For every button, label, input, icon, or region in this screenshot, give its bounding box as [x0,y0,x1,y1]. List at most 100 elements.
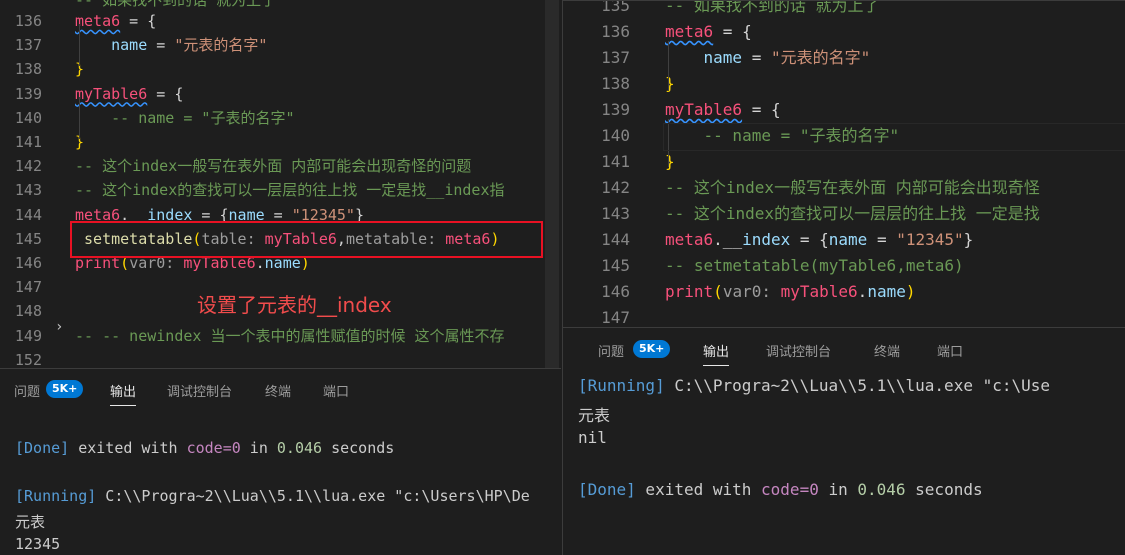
line-number: 136 [14,12,42,30]
line-number: 138 [601,74,630,93]
code-token: = { [713,22,752,41]
code-token: -- 这个index一般写在表外面 内部可能会出现奇怪 [665,178,1040,197]
panel-tab[interactable]: 终端 [874,341,900,360]
line-number: 147 [14,278,42,297]
code-line: } [665,71,675,97]
code-line: meta6 = { [75,9,156,33]
line-number: 139 [601,100,630,119]
line-number: 140 [14,108,42,127]
panel-tab[interactable]: 问题 [598,341,624,360]
code-token: = [147,36,175,55]
code-token: = { [742,100,781,119]
code-token: name [665,48,743,67]
line-number: 136 [601,22,630,41]
code-token: = [867,230,897,249]
code-token: index [742,230,791,249]
output-token: C:\\Progra~2\\Lua\\5.1\\lua.exe "c:\User… [96,487,530,505]
panel-tab[interactable]: 端口 [323,381,349,400]
panel-tab[interactable]: 终端 [265,381,291,400]
output-line: 元表 [15,511,45,532]
code-token: = { [147,84,184,103]
line-number: 148 [14,302,42,321]
output-token: 0.046 [857,480,906,499]
indent-guide [79,97,80,139]
code-token: -- 这个index的查找可以一层层的往上找 一定是找 [665,204,1040,223]
code-token: name [867,282,906,301]
code-token: ( [713,282,723,301]
line-number: 146 [14,254,42,272]
right-code-editor[interactable]: 135 -- 如果找不到的话 就为上了 136 meta6 = {137 name =… [563,1,1125,327]
code-line: name = "元表的名字" [75,33,267,57]
output-line: [Done] exited with code=0 in 0.046 secon… [15,439,394,457]
output-token: [Done] [15,439,70,457]
panel-tab[interactable]: 端口 [937,341,963,360]
fold-chevron-icon[interactable]: › [55,319,75,335]
indent-guide [79,24,80,66]
output-line: 12345 [15,535,60,553]
code-token: myTable6 [665,100,743,119]
line-number: 144 [601,230,630,249]
line-number: 140 [601,126,630,145]
output-token: in [240,439,277,457]
output-line: [Done] exited with code=0 in 0.046 secon… [578,480,983,499]
code-line: myTable6 = { [75,82,183,106]
output-token: seconds [322,439,395,457]
panel-tabs: 问题 输出 调试控制台 终端 端口 5K+ [0,369,561,406]
code-line: name = "元表的名字" [665,45,871,71]
code-line: -- name = "子表的名字" [75,106,294,130]
line-number: 145 [601,256,630,275]
code-token: var0: [722,282,781,301]
annotation-text: 设置了元表的__index [197,293,392,317]
output-token: [Running] [578,376,665,395]
panel-tab[interactable]: 调试控制台 [766,341,831,360]
vertical-scrollbar[interactable] [545,0,559,368]
panel-tab[interactable]: 输出 [110,381,137,406]
code-line: -- setmetatable(myTable6,meta6) [665,253,964,279]
right-editor-pane: 135 -- 如果找不到的话 就为上了 136 meta6 = {137 name =… [562,0,1125,555]
code-token: -- 这个index一般写在表外面 内部可能会出现奇怪的问题 [75,157,472,176]
line-number: 139 [14,84,42,103]
code-token: "12345" [896,230,964,249]
code-token: meta6 [665,22,714,41]
code-line: print(var0: myTable6.name) [665,279,915,305]
problems-count-badge: 5K+ [46,380,84,398]
current-line-highlight [663,123,1125,151]
line-number: 141 [14,133,42,151]
code-token: = { [120,12,157,30]
line-number: 145 [14,229,42,248]
code-token: name [828,230,868,249]
output-token: 12345 [15,535,61,553]
code-token: ) [905,282,916,301]
panel-tab[interactable]: 调试控制台 [167,381,232,400]
code-token: } [963,230,974,249]
line-number: 146 [601,282,630,301]
panel-tab[interactable]: 问题 [14,381,40,400]
left-editor-pane: -- 如果找不到的话 就为上了 136 meta6 = {137 name = "… [0,0,561,554]
code-token: meta6 [75,12,121,30]
code-token: } [665,74,675,93]
code-token: meta6 [665,230,714,249]
output-line: nil [578,428,607,447]
code-line: meta6 = { [665,19,752,45]
code-token: .__ [713,230,743,249]
output-token: nil [578,428,607,447]
code-token: "元表的名字" [174,36,268,55]
line-number: 149 [14,326,42,345]
line-number: 142 [601,178,630,197]
line-number: 137 [14,36,42,55]
panel-tab[interactable]: 输出 [703,341,730,366]
left-bottom-panel: 问题 输出 调试控制台 终端 端口 5K+ [Done] exited with code… [0,368,561,554]
output-token: exited with [635,480,762,499]
code-line: } [665,149,675,175]
output-line: [Running] C:\\Progra~2\\Lua\\5.1\\lua.ex… [578,376,1050,395]
code-line: meta6.__index = {name = "12345"} [665,227,973,253]
code-token: "元表的名字" [770,48,871,67]
output-token: code=0 [761,480,819,499]
panel-tabs: 问题 输出 调试控制台 终端 端口 5K+ [563,328,1125,366]
code-line: -- 如果找不到的话 就为上了 [665,1,880,19]
output-token: [Running] [15,487,97,505]
code-token: myTable6 [780,282,858,301]
output-line: 元表 [578,402,610,426]
line-number: 138 [14,60,42,79]
line-number: 144 [14,205,42,224]
